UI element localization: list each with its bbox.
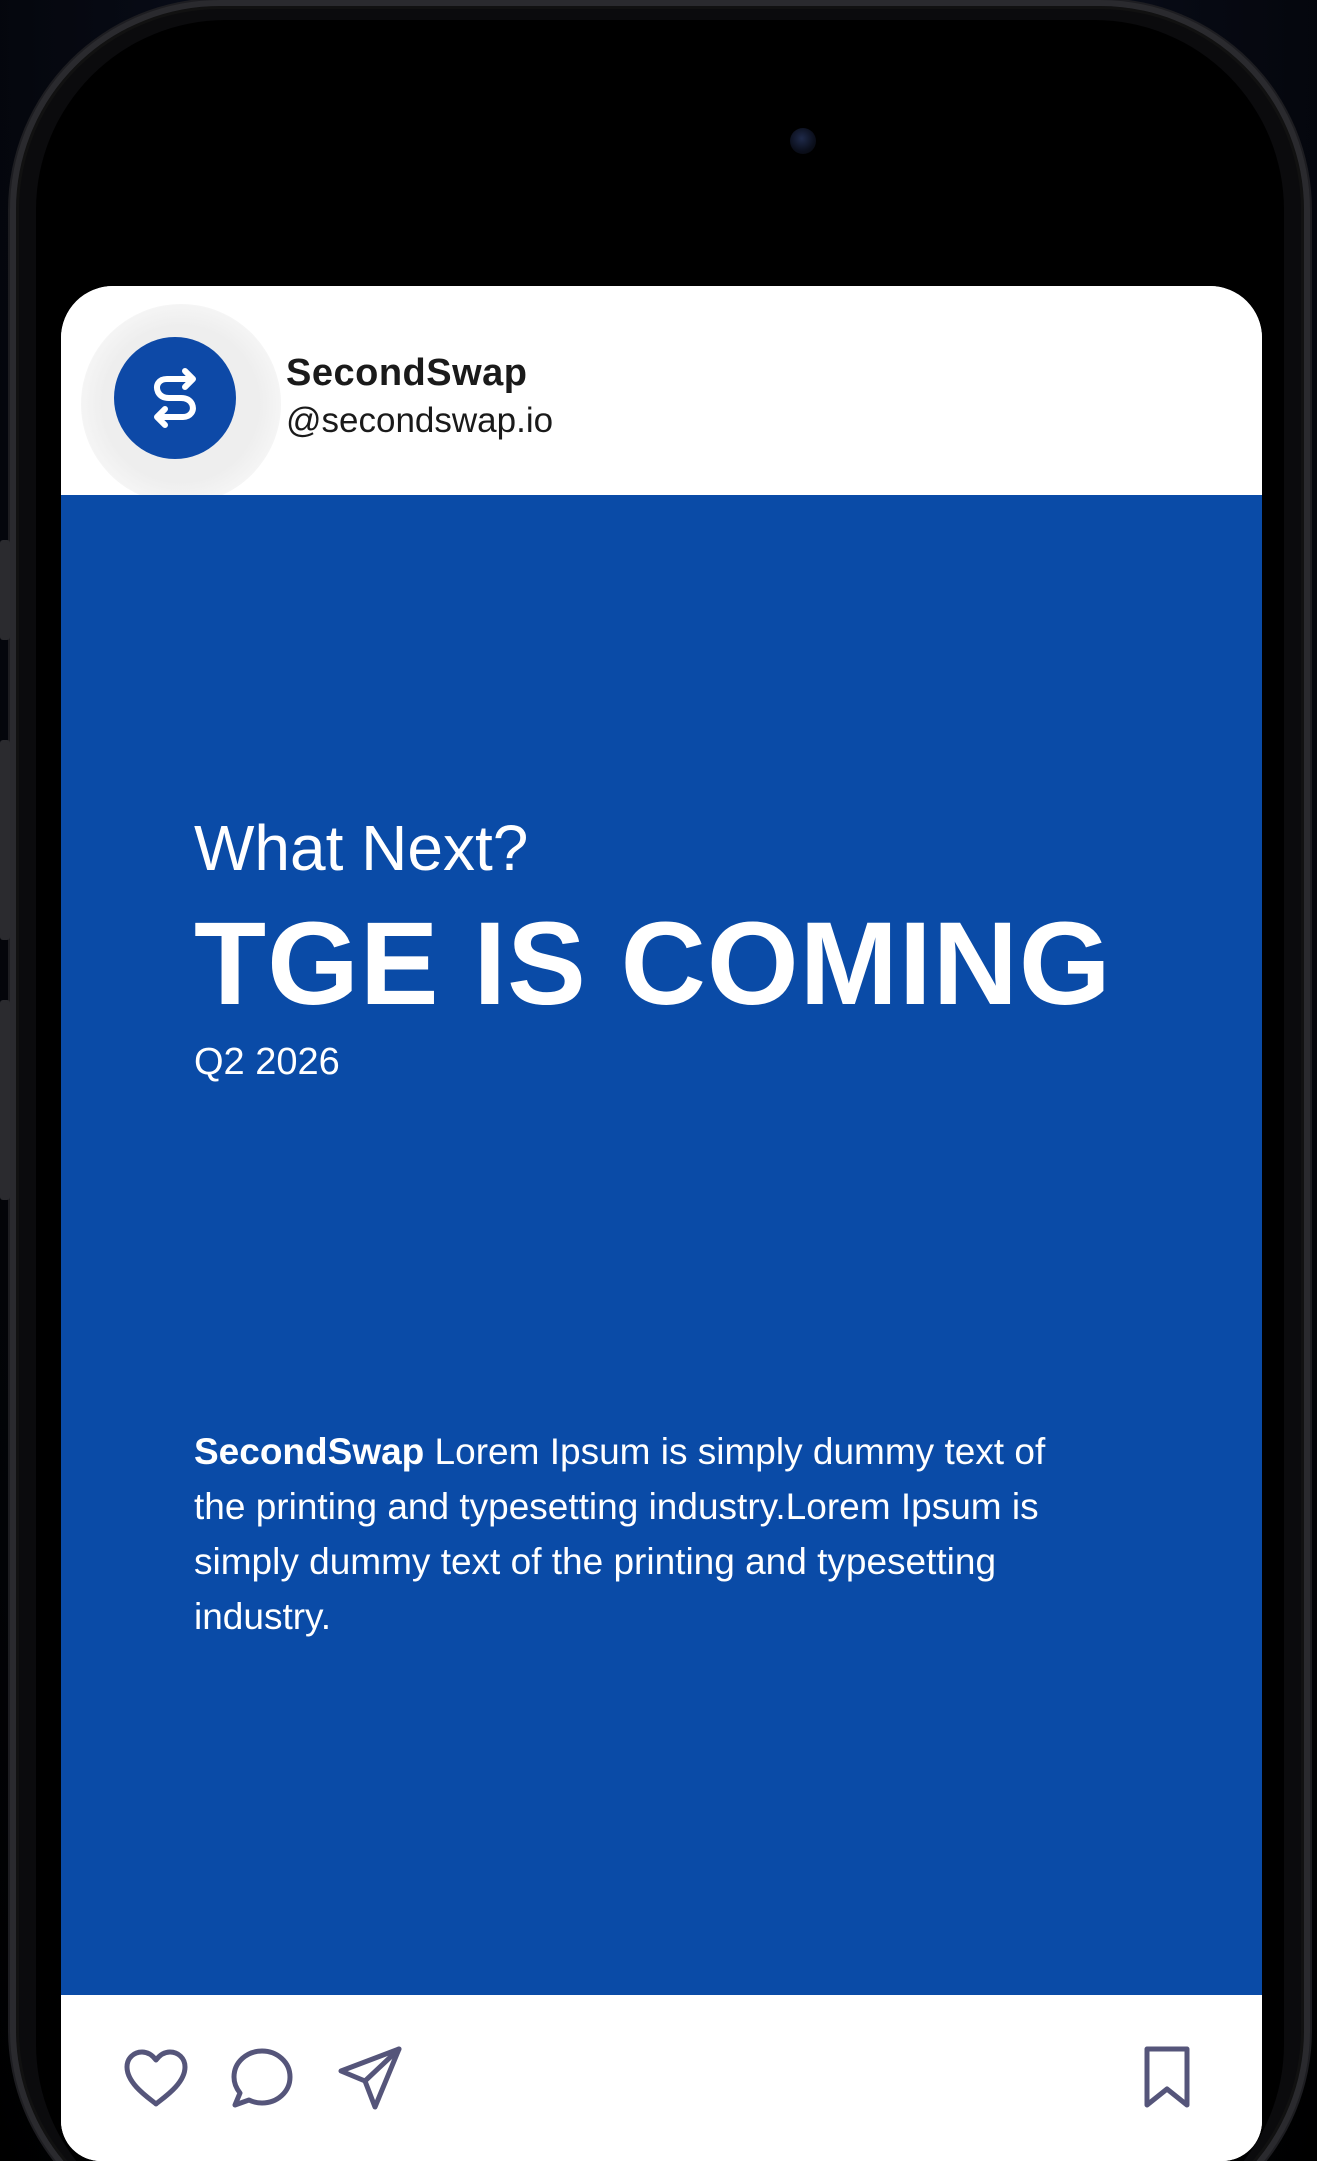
post-subtitle: What Next? [194,812,529,884]
post-body-text: SecondSwap Lorem Ipsum is simply dummy t… [194,1424,1094,1644]
account-name[interactable]: SecondSwap [286,352,528,395]
action-button [0,540,10,640]
comment-bubble-icon [231,2048,293,2108]
front-camera [790,128,816,154]
avatar[interactable] [114,337,236,459]
post-date: Q2 2026 [194,1041,340,1083]
phone-mockup-stage: SecondSwap @secondswap.io What Next? TGE… [0,0,1317,2161]
send-icon [338,2046,402,2110]
bookmark-icon [1144,2046,1190,2108]
save-button[interactable] [1131,2042,1203,2114]
post-image [61,495,1262,1995]
comment-button[interactable] [226,2042,298,2114]
body-brand-name: SecondSwap [194,1431,425,1472]
like-button[interactable] [120,2042,192,2114]
share-button[interactable] [334,2042,406,2114]
secondswap-logo-icon [154,368,196,428]
heart-icon [124,2049,188,2107]
volume-down-button [0,1000,10,1200]
post-headline: TGE IS COMING [194,898,1112,1030]
post-header: SecondSwap @secondswap.io [61,286,1262,504]
social-post-card: SecondSwap @secondswap.io What Next? TGE… [61,286,1262,2161]
volume-up-button [0,740,10,940]
account-handle[interactable]: @secondswap.io [286,401,553,441]
